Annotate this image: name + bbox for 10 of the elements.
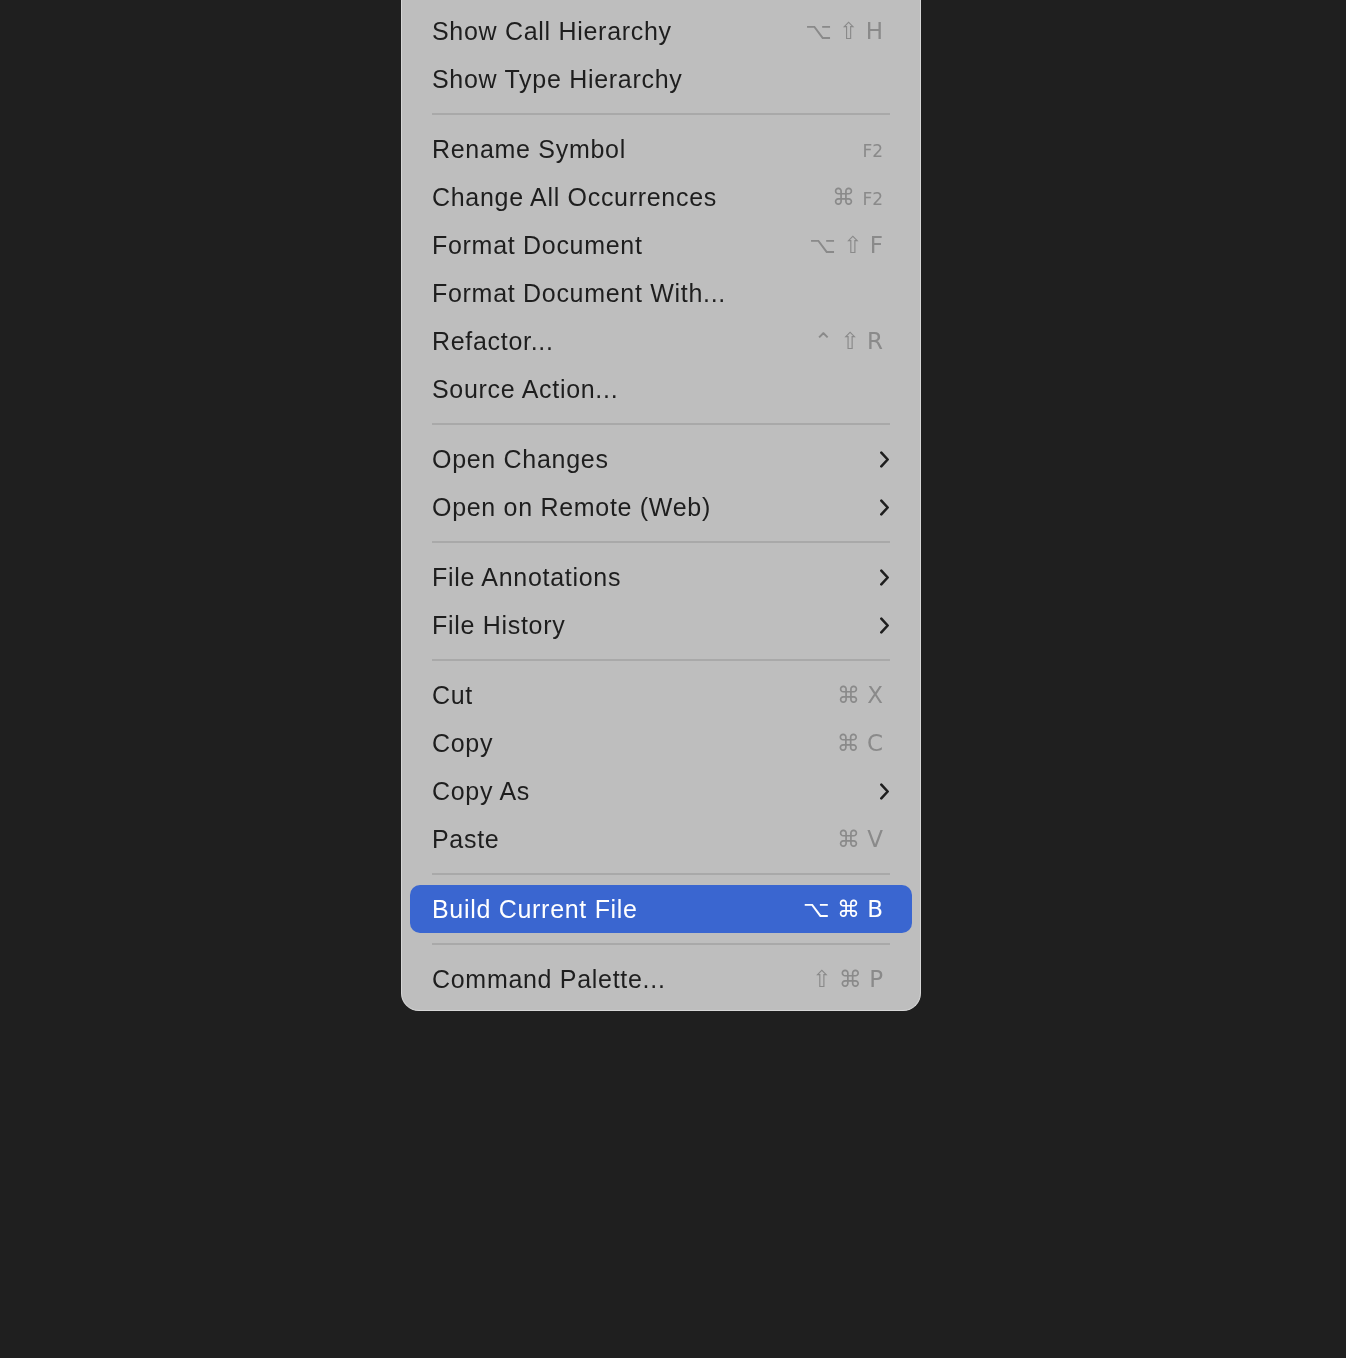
menu-item[interactable]: File History xyxy=(410,601,912,649)
menu-item[interactable]: Source Action... xyxy=(410,365,912,413)
menu-item[interactable]: Show Type Hierarchy xyxy=(410,55,912,103)
shortcut-label: ⌥ ⌘ B xyxy=(803,896,883,922)
menu-item[interactable]: Format Document With... xyxy=(410,269,912,317)
menu-item[interactable]: File Annotations xyxy=(410,553,912,601)
menu-item[interactable]: Build Current File ⌥ ⌘ B xyxy=(410,885,912,933)
menu-item[interactable]: Copy As xyxy=(410,767,912,815)
menu-item[interactable]: Open on Remote (Web) xyxy=(410,483,912,531)
menu-item[interactable]: Open Changes xyxy=(410,435,912,483)
